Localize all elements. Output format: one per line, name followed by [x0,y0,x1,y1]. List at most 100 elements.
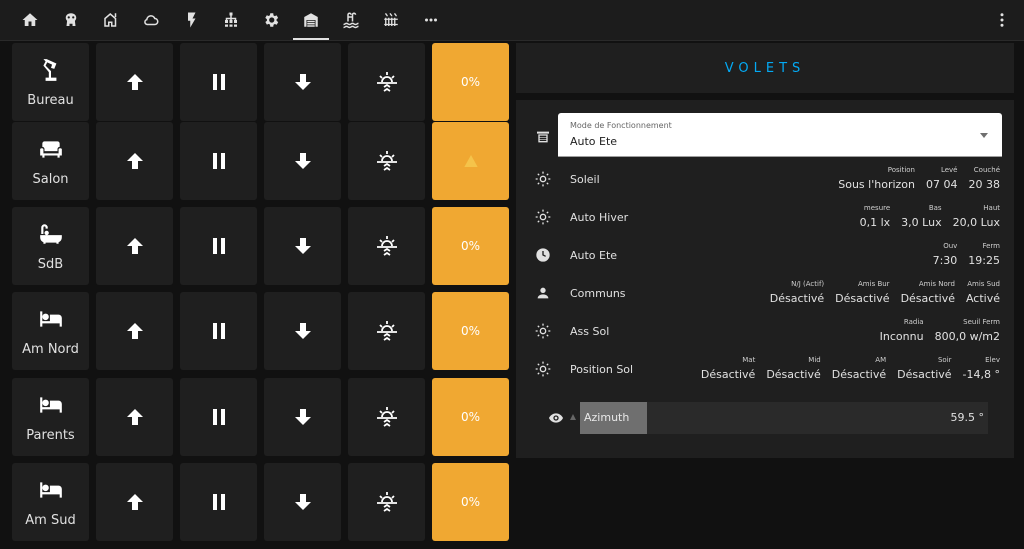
attribute: Amis Bur Désactivé [835,280,889,305]
attribute-value: -14,8 ° [962,368,1000,381]
attribute-key: Mid [808,356,821,364]
position-badge[interactable]: 0% [432,463,509,541]
attribute: mesure 0,1 lx [860,204,891,229]
alert-icon [463,155,478,167]
sun-mode-button[interactable] [348,207,425,285]
row-attributes: Ouv 7:30 Ferm 19:25 [933,242,1000,267]
position-badge[interactable] [432,122,509,200]
stop-button[interactable] [180,378,257,456]
position-value: 0% [460,239,481,253]
attribute-value: 7:30 [932,254,958,267]
open-button[interactable] [96,463,173,541]
sun-horizon-icon [376,407,397,427]
room-card[interactable]: Am Sud [12,463,89,541]
arrow-down-icon [294,409,311,425]
position-badge[interactable]: 0% [432,207,509,285]
mode-select-value: Auto Ete [570,135,618,148]
overflow-menu-button[interactable] [992,10,1012,30]
sun-mode-button[interactable] [348,292,425,370]
arrow-down-icon [294,494,311,510]
room-card[interactable]: Bureau [12,43,89,121]
tab-heating[interactable] [371,0,411,40]
room-card[interactable]: Am Nord [12,292,89,370]
position-badge[interactable]: 0% [432,43,509,121]
attribute-key: mesure [863,204,891,212]
close-button[interactable] [264,463,341,541]
open-button[interactable] [96,43,173,121]
tab-brain[interactable] [51,0,91,40]
open-button[interactable] [96,122,173,200]
panel-header-card: VOLETS [516,43,1014,93]
close-button[interactable] [264,292,341,370]
arrow-up-icon [126,238,143,254]
close-button[interactable] [264,207,341,285]
close-button[interactable] [264,43,341,121]
arrow-up-icon [126,409,143,425]
network-icon [225,12,237,27]
attribute-key: Soir [937,356,952,364]
azimuth-slider[interactable]: Azimuth 59.5 ° [580,402,988,434]
row-title: Ass Sol [570,325,610,338]
attribute-key: Amis Nord [918,280,955,288]
desk-lamp-icon [37,57,65,87]
attribute: Position Sous l'horizon [838,166,915,191]
arrow-up-icon [126,153,143,169]
cloud-icon [144,15,159,26]
position-value: 0% [460,324,481,338]
attribute-key: Position [887,166,915,174]
stop-button[interactable] [180,207,257,285]
stop-button[interactable] [180,43,257,121]
position-badge[interactable]: 0% [432,292,509,370]
gear-icon [265,13,279,27]
attribute: Seuil Ferm 800,0 w/m2 [935,318,1000,343]
room-card[interactable]: SdB [12,207,89,285]
tab-network[interactable] [211,0,251,40]
close-button[interactable] [264,122,341,200]
format-list-icon [537,131,549,143]
tab-home[interactable] [10,0,50,40]
stop-button[interactable] [180,122,257,200]
attribute: Amis Sud Activé [966,280,1000,305]
open-button[interactable] [96,378,173,456]
triangle-marker-icon [570,414,576,420]
sun-mode-button[interactable] [348,378,425,456]
mode-select[interactable]: Mode de Fonctionnement Auto Ete [558,113,1002,157]
tab-pool[interactable] [331,0,371,40]
open-button[interactable] [96,292,173,370]
stop-button[interactable] [180,292,257,370]
attribute: AM Désactivé [832,356,886,381]
brain-icon [65,13,77,26]
row-attributes: Position Sous l'horizon Levé 07 04 Couché … [838,166,1000,191]
tab-more[interactable] [411,0,451,40]
stop-button[interactable] [180,463,257,541]
tab-house[interactable] [91,0,131,40]
tab-weather[interactable] [131,0,171,40]
attribute: N/J (Actif) Désactivé [770,280,824,305]
position-badge[interactable]: 0% [432,378,509,456]
sun-mode-button[interactable] [348,43,425,121]
sun-mode-button[interactable] [348,122,425,200]
attribute-value: 20 38 [968,178,1001,191]
attribute-value: 07 04 [926,178,958,191]
weather-sunny-icon [534,170,552,188]
open-button[interactable] [96,207,173,285]
arrow-up-icon [126,494,143,510]
top-toolbar [0,0,1024,41]
pause-icon [212,74,225,90]
tab-energy[interactable] [171,0,211,40]
attribute-key: Couché [973,166,1000,174]
room-card[interactable]: Salon [12,122,89,200]
attribute-key: Mat [742,356,756,364]
sun-horizon-icon [376,72,397,92]
bed-icon [37,477,65,507]
attribute-value: Désactivé [835,292,890,305]
attribute-value: 20,0 Lux [952,216,1000,229]
azimuth-value: 59.5 ° [950,411,985,424]
tab-volets[interactable] [291,0,331,40]
room-name: Am Sud [25,512,76,528]
room-card[interactable]: Parents [12,378,89,456]
eye-icon[interactable] [546,410,566,426]
close-button[interactable] [264,378,341,456]
tab-settings[interactable] [251,0,291,40]
sun-mode-button[interactable] [348,463,425,541]
